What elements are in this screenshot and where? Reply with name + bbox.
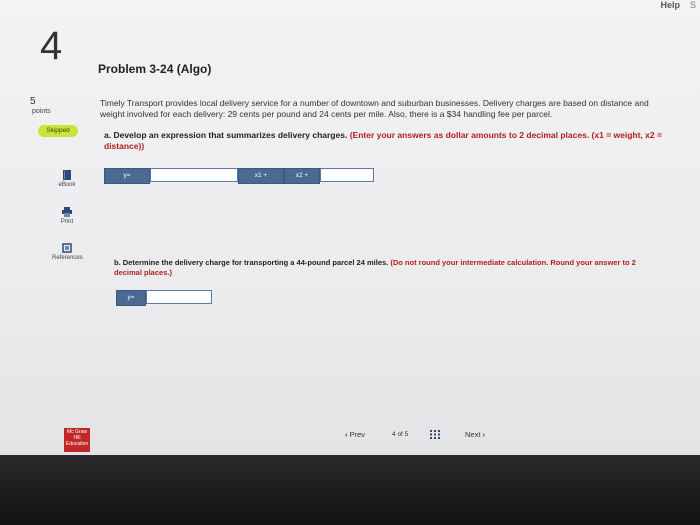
browser-viewport: Help S 4 Problem 3-24 (Algo) 5 points Sk…	[0, 0, 700, 455]
of-label: of	[397, 431, 403, 438]
book-icon	[63, 170, 71, 180]
y-intercept-input[interactable]	[150, 168, 238, 182]
references-icon	[62, 243, 72, 253]
part-a-prompt: a. Develop an expression that summarizes…	[104, 130, 664, 152]
points-label: points	[32, 108, 51, 115]
tool-references-label: References	[52, 255, 83, 261]
chevron-right-icon: ›	[482, 430, 486, 439]
problem-title: Problem 3-24 (Algo)	[98, 62, 212, 76]
status-badge: Skipped	[38, 125, 78, 137]
page-indicator: 4 of 5	[392, 431, 408, 438]
problem-statement: Timely Transport provides local delivery…	[100, 98, 649, 119]
header-edge-label: S	[689, 0, 696, 10]
prev-label: Prev	[349, 430, 366, 439]
grid-icon[interactable]	[430, 430, 440, 439]
prev-button[interactable]: ‹ Prev	[345, 430, 365, 439]
points-value: 5	[30, 96, 36, 107]
part-b-answer-input[interactable]	[146, 290, 212, 304]
tool-print-label: Print	[60, 219, 74, 225]
y-label: y=	[104, 168, 150, 184]
total-pages: 5	[404, 431, 409, 438]
next-button[interactable]: Next ›	[465, 430, 485, 439]
tool-ebook[interactable]: eBook	[52, 170, 82, 188]
help-link[interactable]: Help	[660, 0, 680, 10]
current-page: 4	[392, 431, 396, 438]
tool-ebook-label: eBook	[58, 182, 76, 188]
part-b-y-label: y=	[116, 290, 146, 306]
printer-icon	[62, 207, 72, 217]
chevron-left-icon: ‹	[345, 430, 348, 439]
laptop-bezel	[0, 455, 700, 525]
part-b-prompt: b. Determine the delivery charge for tra…	[114, 258, 654, 278]
next-label: Next	[465, 430, 481, 439]
tool-print[interactable]: Print	[52, 207, 82, 225]
part-b-text: b. Determine the delivery charge for tra…	[114, 258, 389, 267]
mcgraw-hill-logo: Mc Graw Hill Education	[64, 428, 90, 452]
x2-coefficient-input[interactable]	[320, 168, 374, 182]
x2-label: x2 +	[284, 168, 320, 184]
part-a-text: a. Develop an expression that summarizes…	[104, 130, 348, 140]
question-number: 4	[40, 24, 63, 68]
tool-references[interactable]: References	[52, 243, 83, 261]
x1-label: x1 +	[238, 168, 284, 184]
